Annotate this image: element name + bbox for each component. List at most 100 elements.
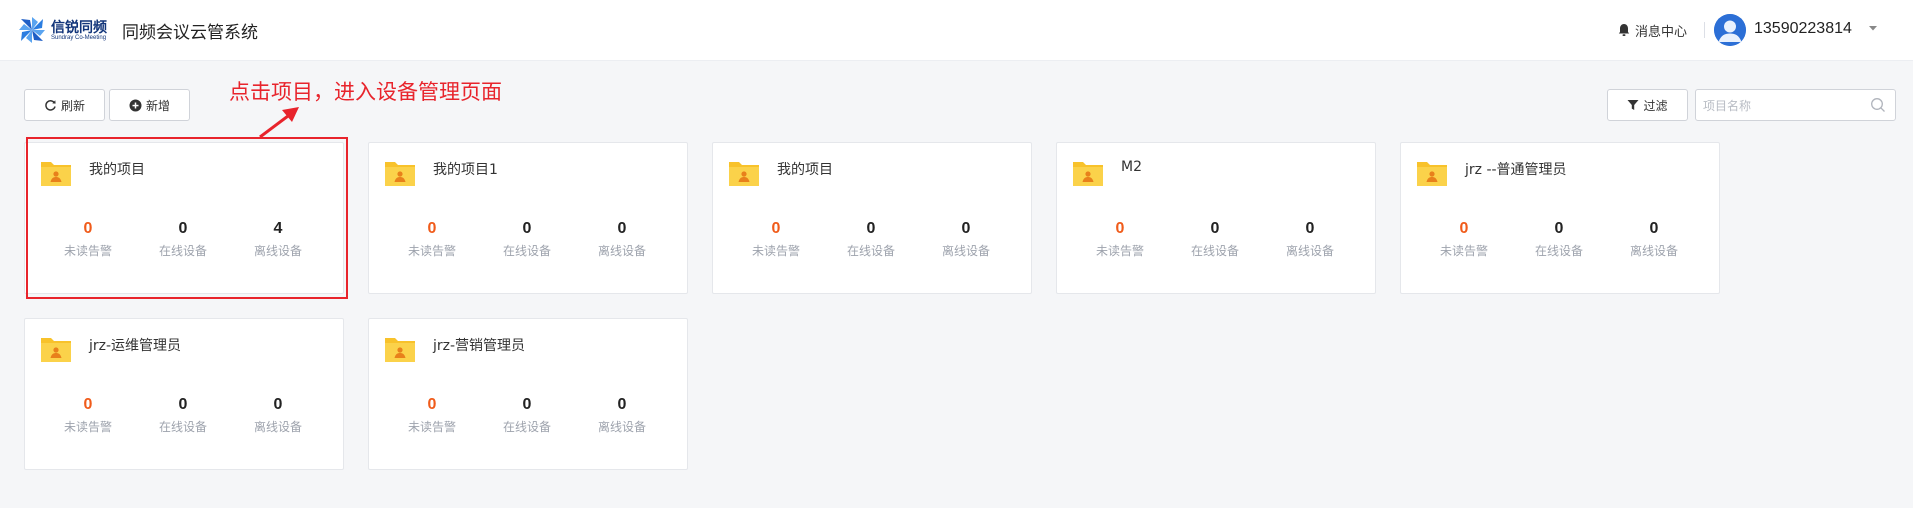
unread-alarms-label: 未读告警: [63, 420, 112, 434]
user-avatar-icon: [1714, 14, 1746, 46]
offline-devices-stat: 0 离线设备: [582, 219, 662, 259]
project-search[interactable]: [1695, 89, 1896, 121]
unread-alarms-count: 0: [1459, 220, 1469, 237]
offline-devices-label: 离线设备: [941, 244, 990, 258]
project-name: jrz --普通管理员: [1465, 162, 1567, 178]
chevron-down-icon[interactable]: [1868, 24, 1878, 32]
online-devices-label: 在线设备: [502, 244, 551, 258]
filter-label: 过滤: [1643, 98, 1668, 113]
online-devices-label: 在线设备: [1190, 244, 1239, 258]
online-devices-count: 0: [866, 220, 876, 237]
project-folder-icon: [1073, 162, 1103, 186]
online-devices-stat: 0 在线设备: [831, 219, 911, 259]
project-card[interactable]: 我的项目1 0 未读告警 0 在线设备 0 离线设备: [368, 142, 688, 294]
unread-alarms-count: 0: [427, 220, 437, 237]
top-header: 信锐同频 Sundray Co-Meeting 同频会议云管系统 消息中心 13…: [0, 0, 1913, 61]
annotation-highlight-box: [26, 137, 348, 299]
offline-devices-stat: 0 离线设备: [238, 395, 318, 435]
project-name: jrz-运维管理员: [89, 338, 182, 354]
online-devices-stat: 0 在线设备: [1519, 219, 1599, 259]
add-project-button[interactable]: 新增: [109, 89, 190, 121]
project-card[interactable]: jrz --普通管理员 0 未读告警 0 在线设备 0 离线设备: [1400, 142, 1720, 294]
brand-logo[interactable]: 信锐同频 Sundray Co-Meeting: [18, 14, 110, 46]
refresh-button[interactable]: 刷新: [24, 89, 105, 121]
logo-text: 信锐同频: [51, 20, 107, 36]
project-card[interactable]: jrz-营销管理员 0 未读告警 0 在线设备 0 离线设备: [368, 318, 688, 470]
offline-devices-count: 0: [273, 396, 283, 413]
online-devices-stat: 0 在线设备: [487, 395, 567, 435]
online-devices-stat: 0 在线设备: [1175, 219, 1255, 259]
offline-devices-label: 离线设备: [1629, 244, 1678, 258]
filter-icon: [1627, 100, 1639, 110]
header-divider: [1704, 22, 1705, 38]
user-avatar[interactable]: [1714, 14, 1746, 46]
unread-alarms-label: 未读告警: [1095, 244, 1144, 258]
offline-devices-count: 0: [961, 220, 971, 237]
logo-mark-icon: [19, 17, 45, 43]
project-card[interactable]: M2 0 未读告警 0 在线设备 0 离线设备: [1056, 142, 1376, 294]
unread-alarms-stat: 0 未读告警: [392, 395, 472, 435]
message-center-label: 消息中心: [1635, 24, 1688, 40]
message-center-link[interactable]: 消息中心: [1617, 20, 1687, 40]
project-card[interactable]: 我的项目 0 未读告警 0 在线设备 0 离线设备: [712, 142, 1032, 294]
online-devices-count: 0: [522, 220, 532, 237]
unread-alarms-count: 0: [1115, 220, 1125, 237]
online-devices-label: 在线设备: [502, 420, 551, 434]
unread-alarms-count: 0: [427, 396, 437, 413]
project-card[interactable]: jrz-运维管理员 0 未读告警 0 在线设备 0 离线设备: [24, 318, 344, 470]
online-devices-count: 0: [178, 396, 188, 413]
online-devices-count: 0: [1554, 220, 1564, 237]
online-devices-stat: 0 在线设备: [487, 219, 567, 259]
search-icon[interactable]: [1870, 97, 1886, 113]
project-folder-icon: [1417, 162, 1447, 186]
filter-button[interactable]: 过滤: [1607, 89, 1688, 121]
unread-alarms-stat: 0 未读告警: [48, 395, 128, 435]
refresh-icon: [45, 99, 56, 111]
offline-devices-stat: 0 离线设备: [1270, 219, 1350, 259]
project-folder-icon: [729, 162, 759, 186]
unread-alarms-stat: 0 未读告警: [736, 219, 816, 259]
offline-devices-count: 0: [617, 220, 627, 237]
unread-alarms-stat: 0 未读告警: [1424, 219, 1504, 259]
offline-devices-stat: 0 离线设备: [582, 395, 662, 435]
online-devices-label: 在线设备: [1534, 244, 1583, 258]
unread-alarms-count: 0: [771, 220, 781, 237]
online-devices-count: 0: [522, 396, 532, 413]
project-name: 我的项目1: [433, 162, 498, 178]
project-name: M2: [1121, 159, 1142, 175]
unread-alarms-label: 未读告警: [407, 244, 456, 258]
annotation-arrow-icon: [259, 107, 299, 139]
logo-subtext: Sundray Co-Meeting: [51, 35, 107, 41]
offline-devices-count: 0: [1649, 220, 1659, 237]
app-title: 同频会议云管系统: [122, 23, 258, 43]
project-folder-icon: [385, 338, 415, 362]
offline-devices-stat: 0 离线设备: [926, 219, 1006, 259]
online-devices-label: 在线设备: [846, 244, 895, 258]
unread-alarms-count: 0: [83, 396, 93, 413]
offline-devices-count: 0: [617, 396, 627, 413]
user-name[interactable]: 13590223814: [1754, 20, 1852, 38]
offline-devices-label: 离线设备: [597, 244, 646, 258]
online-devices-stat: 0 在线设备: [143, 395, 223, 435]
unread-alarms-label: 未读告警: [407, 420, 456, 434]
add-label: 新增: [145, 98, 170, 113]
offline-devices-stat: 0 离线设备: [1614, 219, 1694, 259]
refresh-label: 刷新: [60, 98, 85, 113]
project-folder-icon: [41, 338, 71, 362]
offline-devices-label: 离线设备: [597, 420, 646, 434]
offline-devices-label: 离线设备: [253, 420, 302, 434]
unread-alarms-stat: 0 未读告警: [1080, 219, 1160, 259]
online-devices-label: 在线设备: [158, 420, 207, 434]
unread-alarms-label: 未读告警: [1439, 244, 1488, 258]
offline-devices-label: 离线设备: [1285, 244, 1334, 258]
online-devices-count: 0: [1210, 220, 1220, 237]
project-name: jrz-营销管理员: [433, 338, 526, 354]
bell-icon: [1618, 24, 1630, 36]
project-folder-icon: [385, 162, 415, 186]
offline-devices-count: 0: [1305, 220, 1315, 237]
unread-alarms-stat: 0 未读告警: [392, 219, 472, 259]
unread-alarms-label: 未读告警: [751, 244, 800, 258]
project-name: 我的项目: [777, 162, 833, 178]
plus-circle-icon: [129, 99, 142, 111]
search-input[interactable]: [1703, 97, 1863, 115]
